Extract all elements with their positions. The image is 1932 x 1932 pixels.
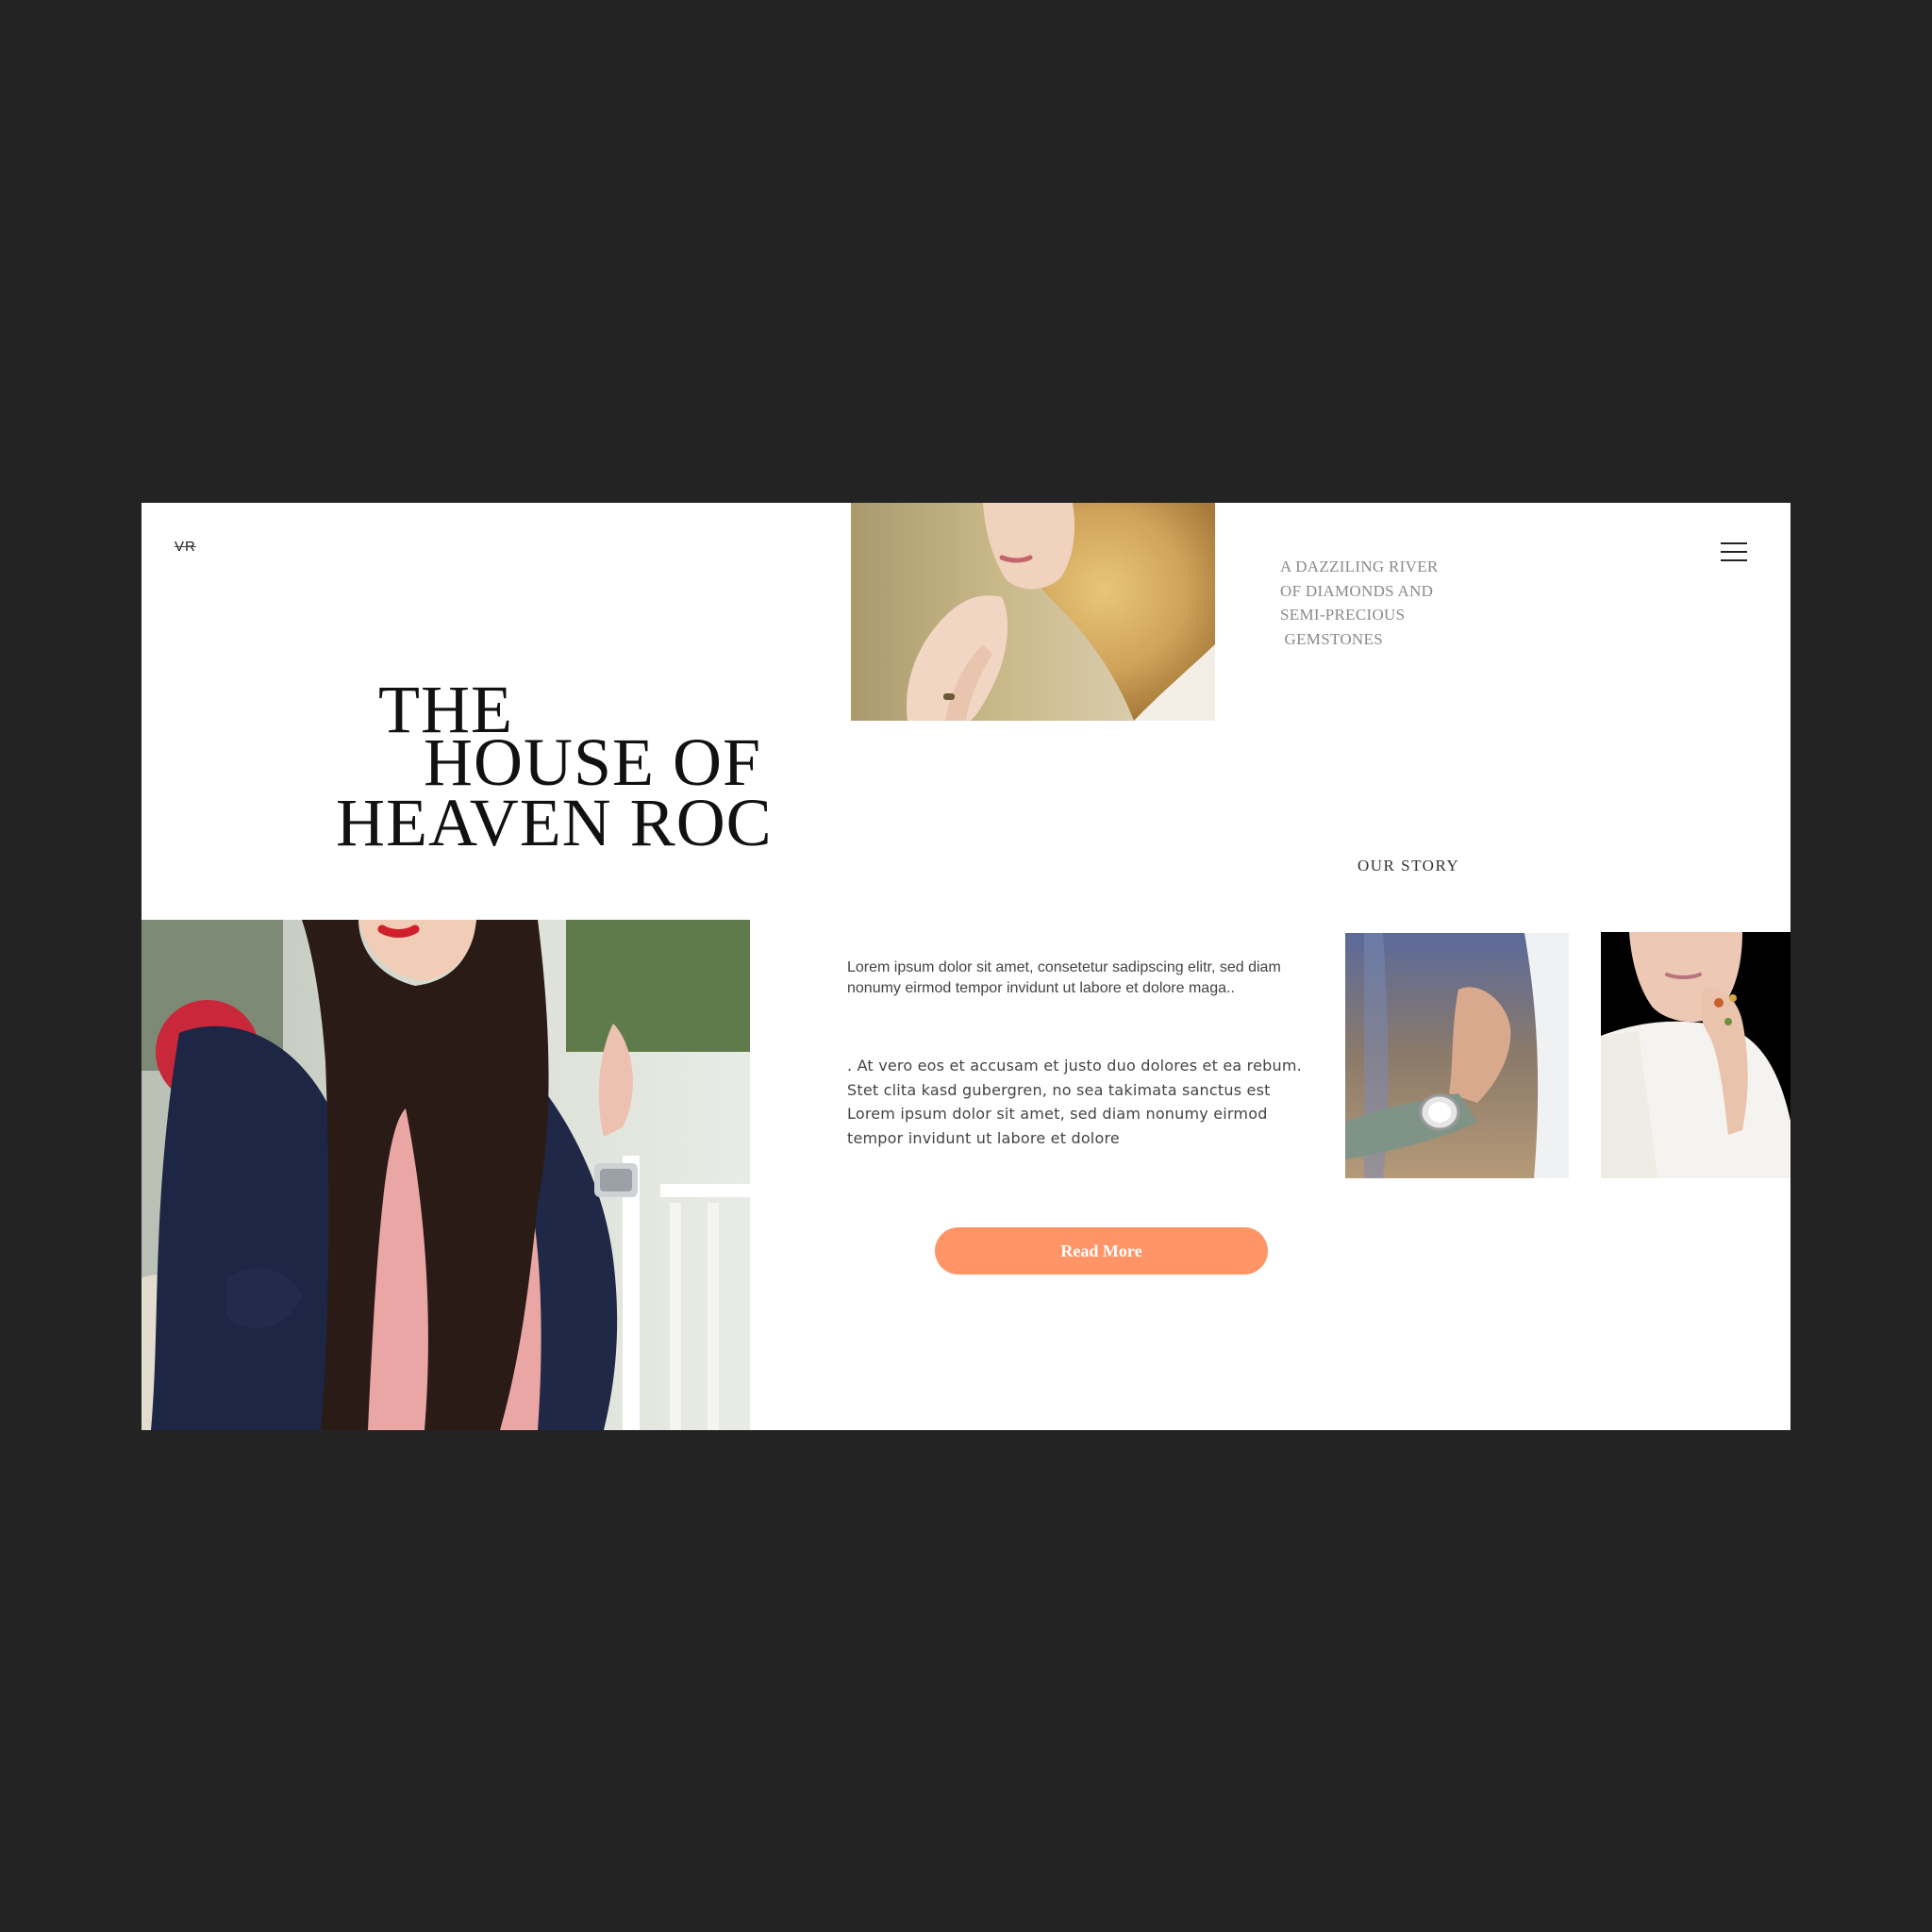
our-story-heading: OUR STORY xyxy=(1357,857,1460,874)
story-intro-text: Lorem ipsum dolor sit amet, consetetur s… xyxy=(847,959,1281,996)
gallery-photo-rings xyxy=(1601,932,1790,1178)
hero-photo-blonde-woman xyxy=(851,503,1215,721)
hero-title-line-3: HEAVEN ROC xyxy=(336,785,773,860)
hero-title-line-2: HOUSE OF xyxy=(424,724,762,800)
tagline: A DAZZILING RIVER OF DIAMONDS AND SEMI-P… xyxy=(1280,555,1439,651)
story-body-text: . At vero eos et accusam et justo duo do… xyxy=(847,1057,1302,1147)
tagline-line-2: OF DIAMONDS AND xyxy=(1280,581,1434,600)
read-more-button[interactable]: Read More xyxy=(935,1227,1268,1274)
brand-logo[interactable]: VR xyxy=(175,539,196,555)
tagline-line-1: A DAZZILING RIVER xyxy=(1280,558,1439,575)
gallery-photo-watch xyxy=(1345,933,1569,1178)
landing-page: VR THE HOUSE OF HEAVEN ROC A DAZZILING R… xyxy=(142,503,1790,1430)
tagline-line-3: SEMI-PRECIOUS xyxy=(1280,606,1406,624)
featured-photo-dark-hair-woman xyxy=(142,920,750,1430)
tagline-line-4: GEMSTONES xyxy=(1280,629,1383,648)
hamburger-menu-icon[interactable] xyxy=(1721,541,1749,563)
